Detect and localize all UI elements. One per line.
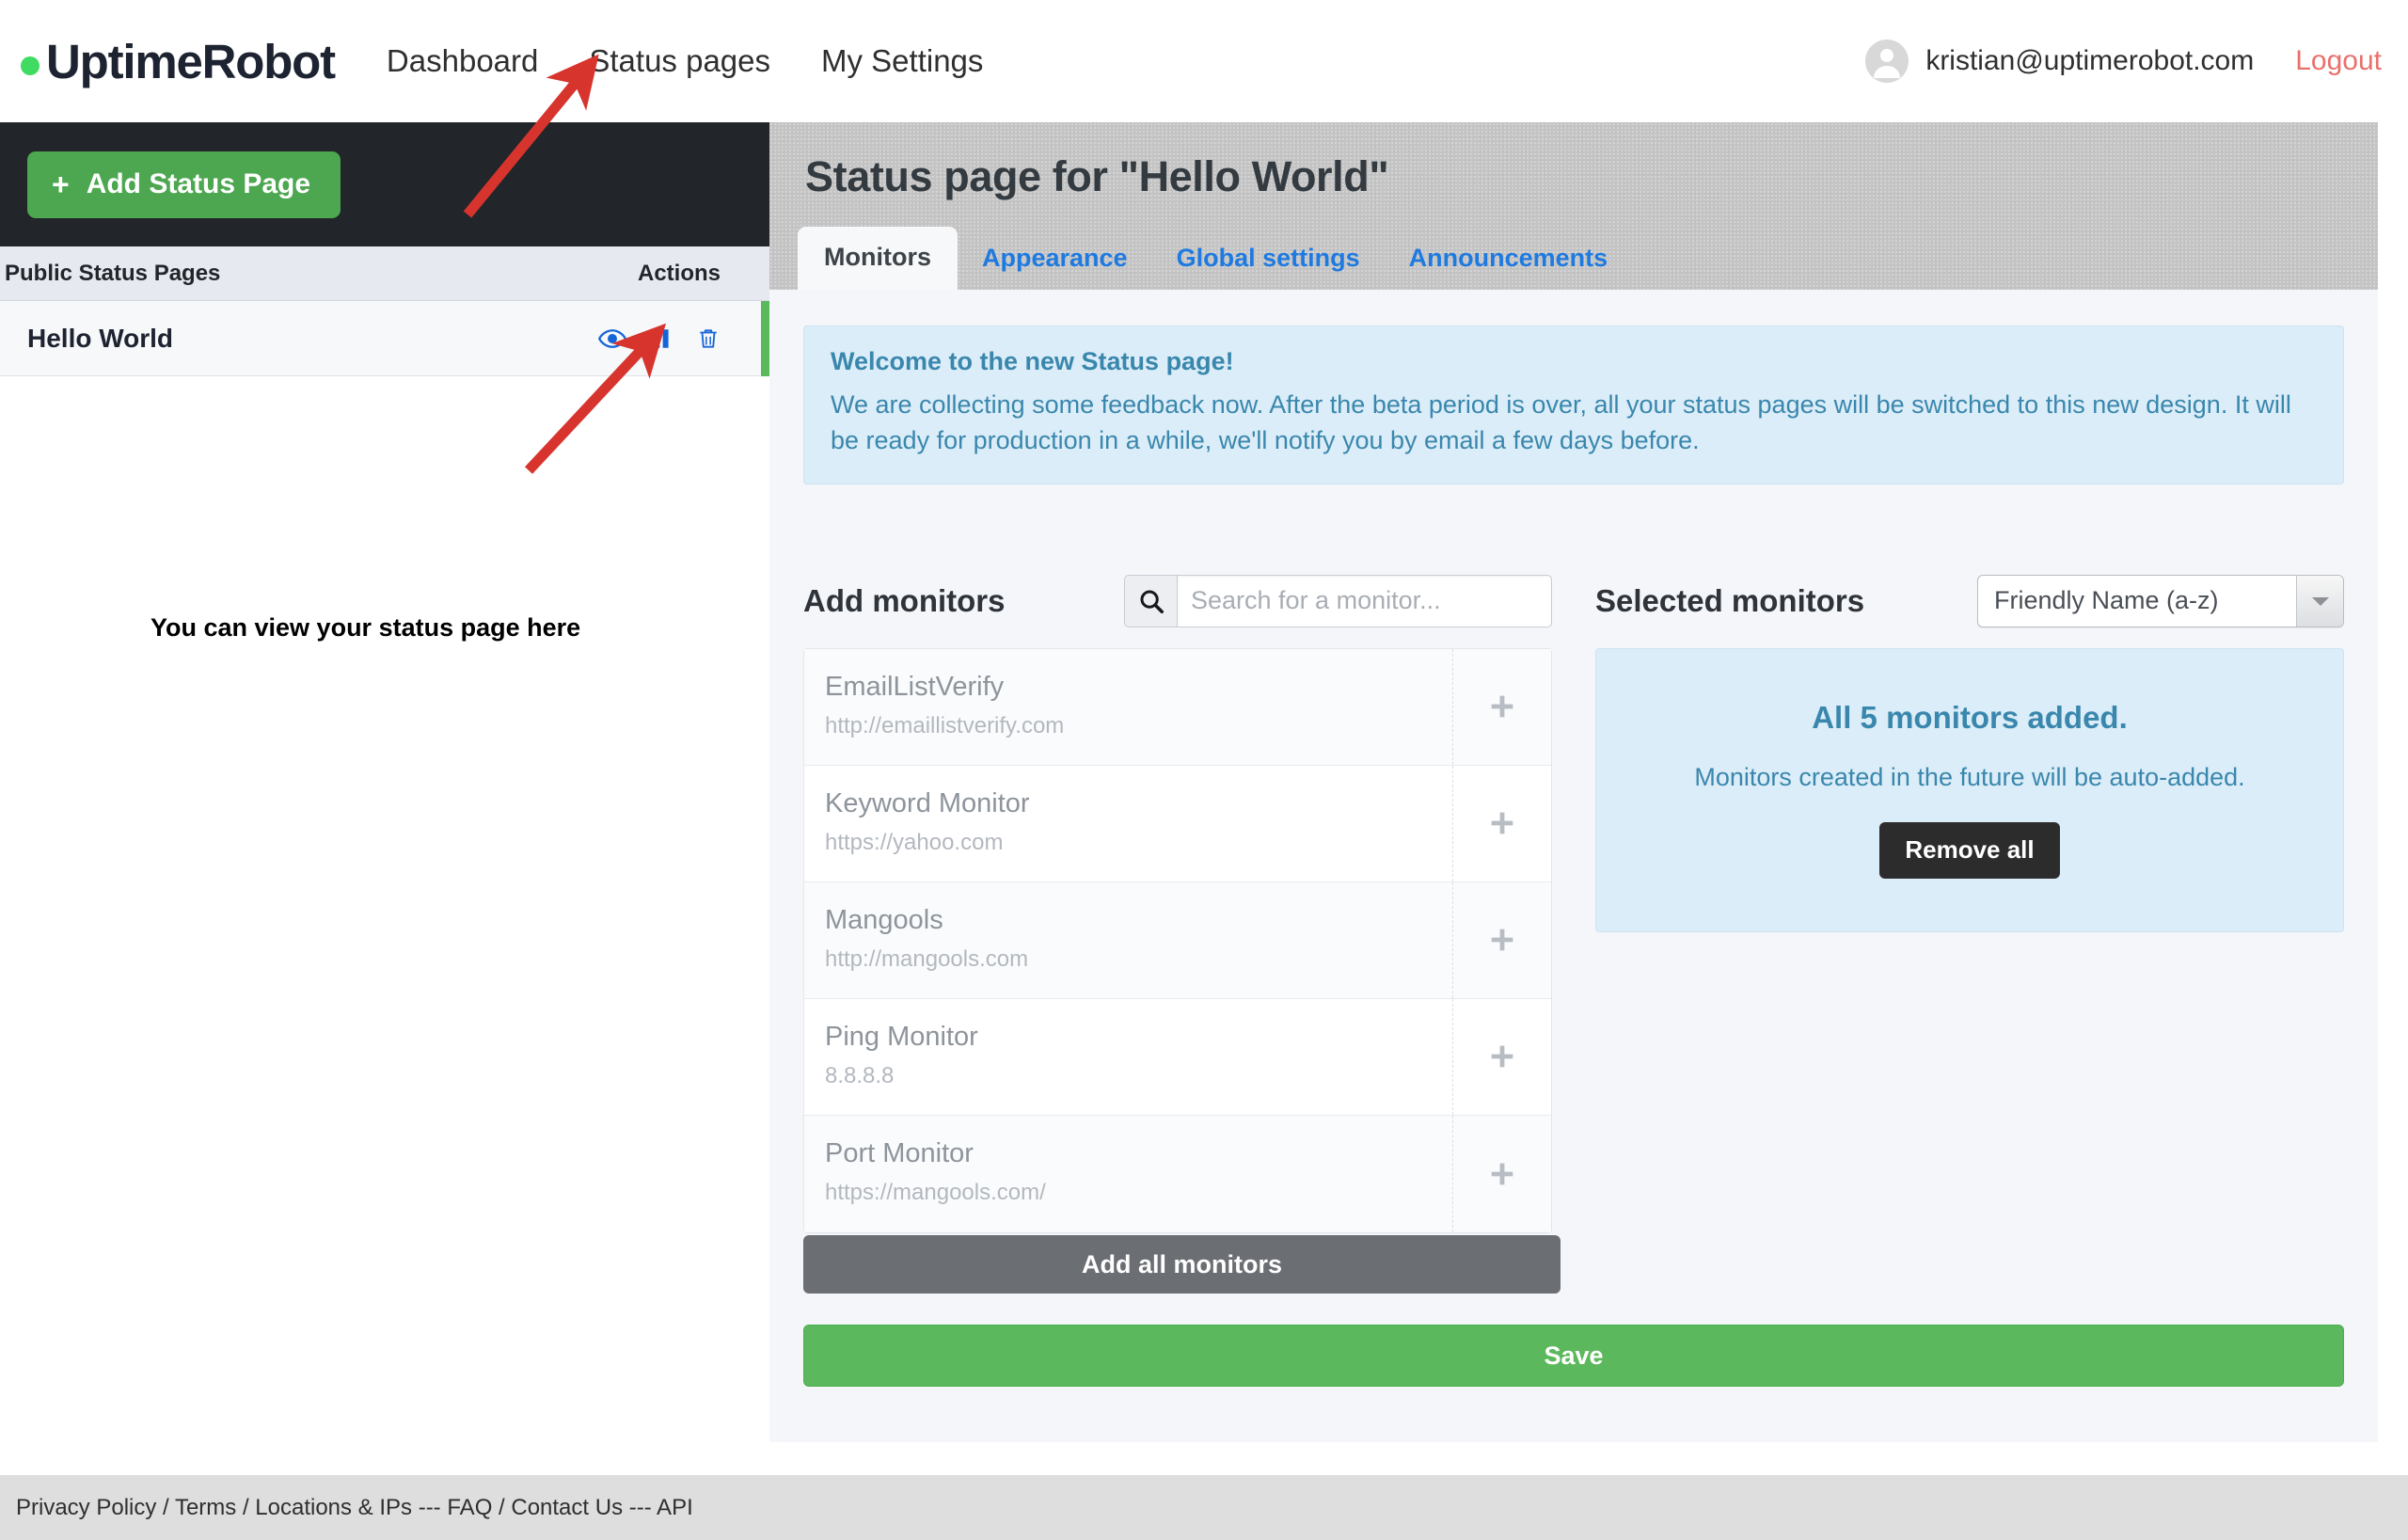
monitor-url: http://mangools.com: [825, 946, 1452, 973]
trash-icon[interactable]: [696, 325, 721, 352]
save-button[interactable]: Save: [803, 1325, 2344, 1387]
sidebar-toolbar: + Add Status Page: [0, 122, 769, 246]
welcome-notice: Welcome to the new Status page! We are c…: [803, 325, 2344, 484]
remove-all-button[interactable]: Remove all: [1879, 822, 2059, 879]
status-page-row[interactable]: Hello World: [0, 301, 769, 376]
monitor-url: https://yahoo.com: [825, 830, 1452, 856]
eye-icon[interactable]: [598, 325, 626, 353]
monitor-list-item[interactable]: EmailListVerify http://emaillistverify.c…: [804, 649, 1551, 766]
primary-nav: Dashboard Status pages My Settings: [387, 43, 984, 79]
add-monitors-title: Add monitors: [803, 583, 1005, 619]
tab-monitors[interactable]: Monitors: [798, 227, 958, 290]
monitor-info: EmailListVerify http://emaillistverify.c…: [804, 649, 1452, 765]
add-status-page-label: Add Status Page: [87, 168, 310, 200]
plus-icon[interactable]: [1452, 1116, 1551, 1232]
all-monitors-added-box: All 5 monitors added. Monitors created i…: [1595, 648, 2344, 932]
nav-item-my-settings[interactable]: My Settings: [821, 43, 983, 79]
monitor-name: Keyword Monitor: [825, 788, 1452, 819]
top-navigation-bar: UptimeRobot Dashboard Status pages My Se…: [0, 0, 2408, 122]
monitor-list-item[interactable]: Mangools http://mangools.com: [804, 882, 1551, 999]
monitor-name: EmailListVerify: [825, 672, 1452, 703]
pause-icon[interactable]: [649, 325, 673, 352]
add-all-monitors-button[interactable]: Add all monitors: [803, 1235, 1560, 1294]
user-email-label: kristian@uptimerobot.com: [1925, 45, 2254, 77]
tab-appearance[interactable]: Appearance: [958, 228, 1152, 290]
two-column-layout: Add monitors: [803, 575, 2344, 1233]
monitor-url: http://emaillistverify.com: [825, 713, 1452, 739]
chevron-down-icon: [2296, 576, 2343, 627]
user-circle-icon: [1864, 39, 1909, 84]
brand-dot-icon: [21, 56, 40, 75]
tab-global-settings[interactable]: Global settings: [1152, 228, 1385, 290]
page-title: Status page for "Hello World": [805, 122, 2378, 201]
sort-select-value: Friendly Name (a-z): [1978, 576, 2296, 627]
nav-item-dashboard[interactable]: Dashboard: [387, 43, 538, 79]
brand-logo[interactable]: UptimeRobot: [21, 34, 335, 89]
plus-icon[interactable]: [1452, 999, 1551, 1115]
row-actions: [598, 325, 721, 353]
column-header-actions: Actions: [638, 261, 721, 287]
annotation-label: You can view your status page here: [150, 613, 580, 643]
monitor-info: Ping Monitor 8.8.8.8: [804, 999, 1452, 1115]
selected-monitors-header: Selected monitors Friendly Name (a-z): [1595, 575, 2344, 627]
plus-icon: +: [52, 169, 70, 199]
notice-title: Welcome to the new Status page!: [831, 347, 2317, 376]
available-monitors-list: EmailListVerify http://emaillistverify.c…: [803, 648, 1552, 1233]
notice-body: We are collecting some feedback now. Aft…: [831, 387, 2317, 459]
status-pages-table-header: Public Status Pages Actions: [0, 246, 769, 301]
plus-icon[interactable]: [1452, 766, 1551, 881]
tab-bar: Monitors Appearance Global settings Anno…: [798, 227, 1632, 290]
user-account[interactable]: kristian@uptimerobot.com: [1864, 39, 2254, 84]
plus-icon[interactable]: [1452, 882, 1551, 998]
search-input[interactable]: [1177, 575, 1552, 627]
row-status-accent: [761, 301, 769, 376]
all-added-title: All 5 monitors added.: [1596, 700, 2343, 736]
plus-icon[interactable]: [1452, 649, 1551, 765]
monitor-name: Ping Monitor: [825, 1022, 1452, 1053]
search-icon: [1124, 575, 1177, 627]
monitor-info: Mangools http://mangools.com: [804, 882, 1452, 998]
column-header-name: Public Status Pages: [5, 261, 638, 287]
brand-name: UptimeRobot: [46, 34, 335, 89]
sidebar: + Add Status Page Public Status Pages Ac…: [0, 122, 769, 1475]
tab-announcements[interactable]: Announcements: [1385, 228, 1633, 290]
nav-item-status-pages[interactable]: Status pages: [589, 43, 770, 79]
status-page-name: Hello World: [27, 324, 598, 354]
sort-select[interactable]: Friendly Name (a-z): [1977, 575, 2344, 627]
main-content-card: Status page for "Hello World" Monitors A…: [769, 122, 2378, 1442]
app-root: UptimeRobot Dashboard Status pages My Se…: [0, 0, 2408, 1540]
page-footer: Privacy Policy / Terms / Locations & IPs…: [0, 1475, 2408, 1540]
monitor-name: Mangools: [825, 905, 1452, 936]
logout-link[interactable]: Logout: [2295, 45, 2382, 77]
add-monitors-panel: Add monitors: [803, 575, 1552, 1233]
add-status-page-button[interactable]: + Add Status Page: [27, 151, 341, 218]
monitor-list-item[interactable]: Port Monitor https://mangools.com/: [804, 1116, 1551, 1232]
content-body: Welcome to the new Status page! We are c…: [769, 290, 2378, 1442]
monitor-url: https://mangools.com/: [825, 1180, 1452, 1206]
monitor-list-item[interactable]: Ping Monitor 8.8.8.8: [804, 999, 1551, 1116]
all-added-subtitle: Monitors created in the future will be a…: [1596, 763, 2343, 792]
monitor-name: Port Monitor: [825, 1138, 1452, 1169]
monitor-search: [1124, 575, 1552, 627]
add-monitors-header: Add monitors: [803, 575, 1552, 627]
selected-monitors-title: Selected monitors: [1595, 583, 1864, 619]
content-header: Status page for "Hello World" Monitors A…: [769, 122, 2378, 290]
footer-links: Privacy Policy / Terms / Locations & IPs…: [16, 1495, 693, 1521]
selected-monitors-panel: Selected monitors Friendly Name (a-z) Al…: [1595, 575, 2344, 1233]
monitor-url: 8.8.8.8: [825, 1063, 1452, 1089]
nav-right-group: kristian@uptimerobot.com Logout: [1864, 39, 2382, 84]
monitor-info: Port Monitor https://mangools.com/: [804, 1116, 1452, 1232]
monitor-info: Keyword Monitor https://yahoo.com: [804, 766, 1452, 881]
monitor-list-item[interactable]: Keyword Monitor https://yahoo.com: [804, 766, 1551, 882]
